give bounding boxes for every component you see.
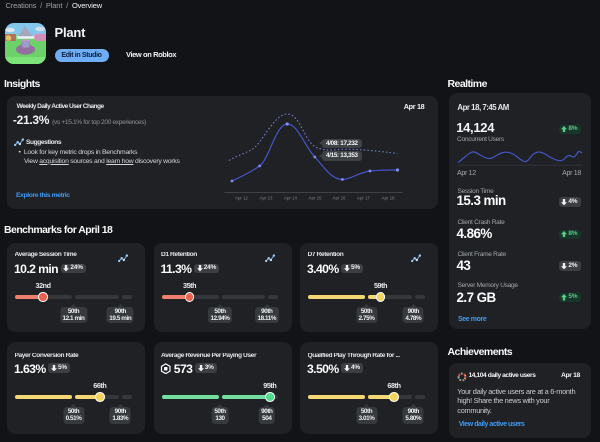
svg-text:Apr 17: Apr 17 (357, 196, 370, 201)
svg-text:Apr 15: Apr 15 (309, 196, 322, 201)
svg-text:Apr 16: Apr 16 (333, 196, 346, 201)
svg-text:Apr 13: Apr 13 (260, 196, 273, 201)
svg-text:Apr 18: Apr 18 (382, 196, 395, 201)
svg-text:Apr 14: Apr 14 (284, 196, 297, 201)
svg-text:Apr 12: Apr 12 (235, 196, 248, 201)
